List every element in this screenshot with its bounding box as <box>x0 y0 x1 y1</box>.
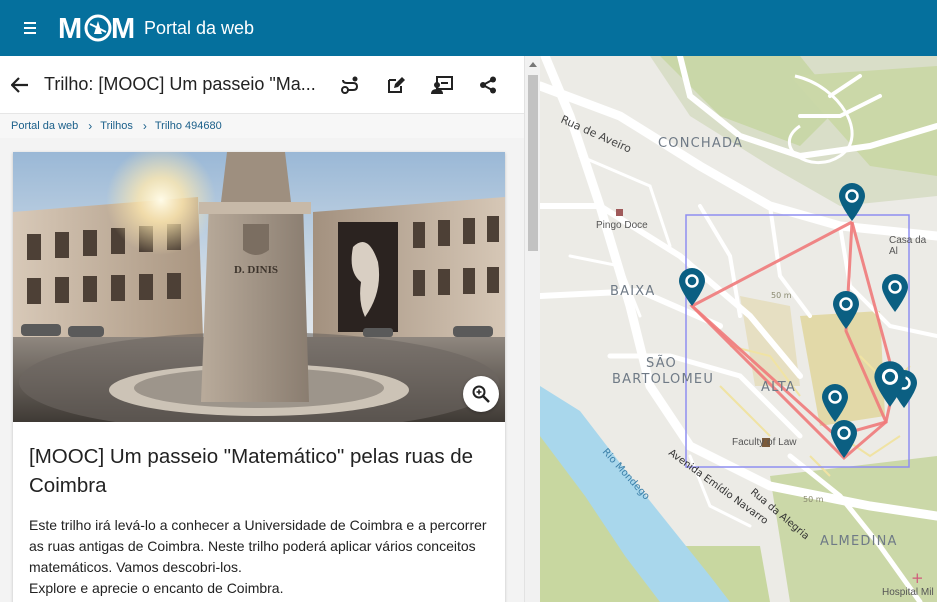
area-label: BAIXA <box>610 284 656 299</box>
trail-toolbar: Trilho: [MOOC] Um passeio "Ma... <box>0 56 524 114</box>
poi-label[interactable]: Faculty of Law <box>732 437 796 448</box>
map-marker[interactable] <box>831 290 861 330</box>
scroll-thumb[interactable] <box>528 75 538 251</box>
arrow-left-icon[interactable] <box>10 75 30 95</box>
scroll-up-icon[interactable] <box>529 62 537 67</box>
area-label: ALMEDINA <box>820 534 898 549</box>
zoom-in-icon[interactable] <box>463 376 499 412</box>
mcm-logo[interactable]: M M <box>58 8 138 48</box>
svg-text:M: M <box>111 13 135 45</box>
trail-map[interactable]: Rua de Aveiro Rio Mondego Avenida Emídio… <box>540 56 937 602</box>
poi-label[interactable]: Pingo Doce <box>596 220 648 231</box>
breadcrumb-current[interactable]: Trilho 494680 <box>155 120 222 132</box>
trail-description: Este trilho irá levá-lo a conhecer a Uni… <box>29 515 489 599</box>
description-paragraph: Explore e aprecie o encanto de Coimbra. <box>29 580 284 596</box>
trail-panel: Trilho: [MOOC] Um passeio "Ma... Portal … <box>0 56 524 602</box>
breadcrumb: Portal da web › Trilhos › Trilho 494680 <box>0 114 524 138</box>
edit-icon[interactable] <box>384 73 408 97</box>
svg-text:+: + <box>911 569 924 587</box>
map-marker[interactable] <box>837 182 867 222</box>
map-marker[interactable] <box>872 360 908 408</box>
share-icon[interactable] <box>476 73 500 97</box>
contour-label: 50 m <box>771 291 792 300</box>
scrollbar[interactable] <box>524 56 540 602</box>
app-header: M M Portal da web <box>0 0 937 56</box>
breadcrumb-portal[interactable]: Portal da web <box>11 120 78 132</box>
brand-name[interactable]: Portal da web <box>144 18 254 39</box>
svg-text:M: M <box>58 13 82 45</box>
area-label: BARTOLOMEU <box>612 372 715 387</box>
page-title: Trilho: [MOOC] Um passeio "Ma... <box>44 74 316 94</box>
area-label: CONCHADA <box>658 136 744 151</box>
trail-card: D. DINIS [MOOC] Um passeio "Matemático" … <box>13 152 505 602</box>
route-icon[interactable] <box>338 73 362 97</box>
description-paragraph: Este trilho irá levá-lo a conhecer a Uni… <box>29 517 487 575</box>
trail-photo[interactable]: D. DINIS <box>13 152 505 422</box>
trail-title: [MOOC] Um passeio "Matemático" pelas rua… <box>29 445 474 497</box>
present-icon[interactable] <box>430 73 454 97</box>
poi-label[interactable]: Casa da Al <box>889 235 937 257</box>
menu-icon[interactable] <box>24 18 46 38</box>
chevron-right-icon: › <box>88 119 93 133</box>
map-marker[interactable] <box>880 273 910 313</box>
chevron-right-icon: › <box>142 119 147 133</box>
map-marker[interactable] <box>677 267 707 307</box>
map-marker[interactable] <box>820 383 850 423</box>
poi-label[interactable]: Hospital Mil <box>882 587 934 598</box>
area-label: ALTA <box>761 380 796 395</box>
contour-label: 50 m <box>803 495 824 504</box>
map-marker[interactable] <box>829 419 859 459</box>
photo-inscription: D. DINIS <box>234 264 278 276</box>
breadcrumb-trails[interactable]: Trilhos <box>100 120 133 132</box>
area-label: SÃO <box>646 356 677 371</box>
